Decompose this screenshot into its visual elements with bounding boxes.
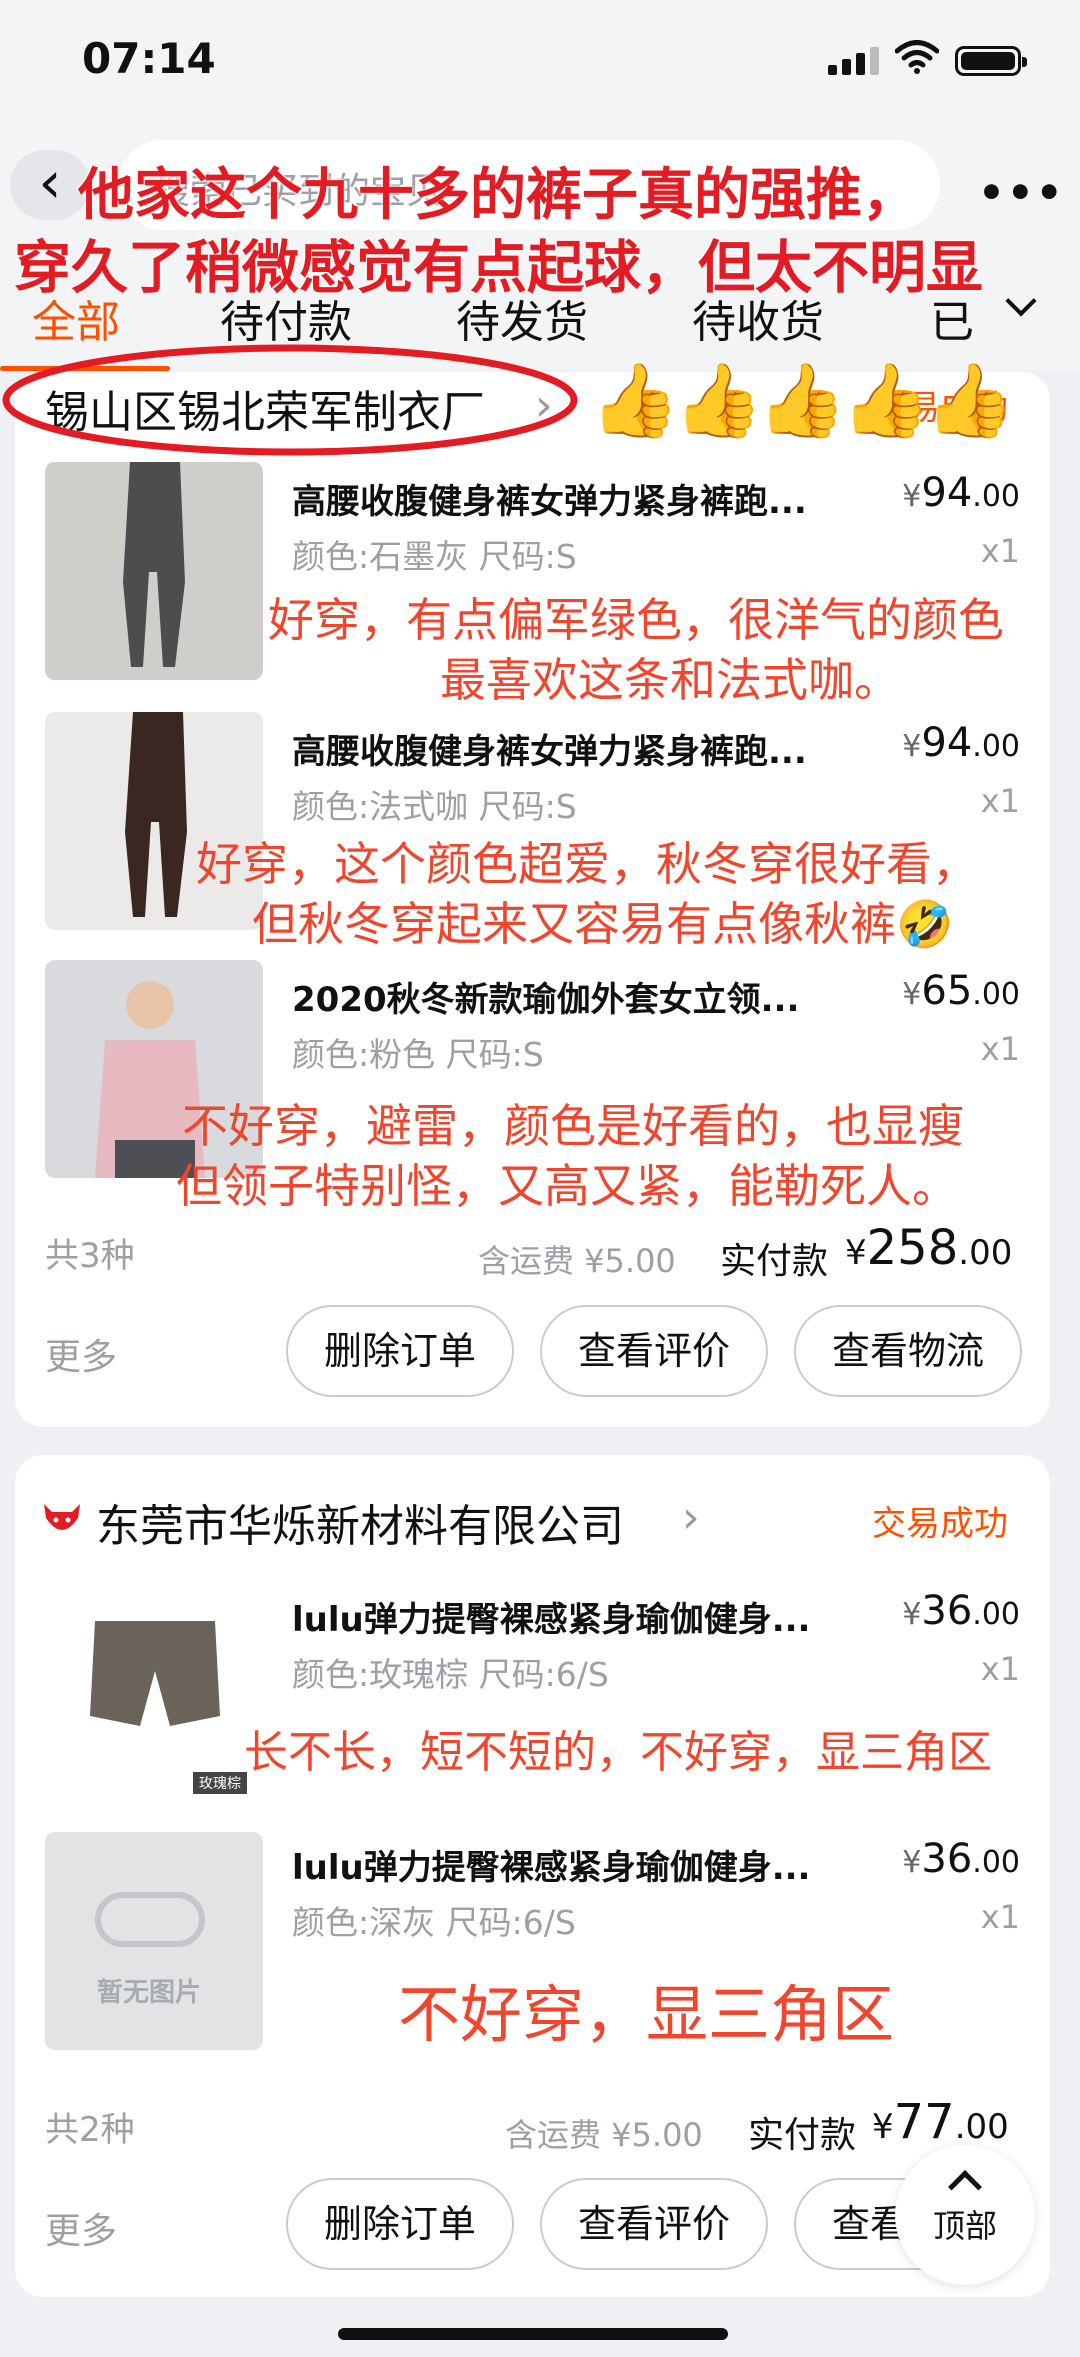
product-qty: x1 xyxy=(980,1898,1020,1936)
overlay-caption-line2: 穿久了稍微感觉有点起球，但太不明显 xyxy=(14,235,983,301)
handwritten-note: 长不长，短不短的，不好穿，显三角区 xyxy=(244,1727,992,1778)
view-review-button[interactable]: 查看评价 xyxy=(540,2178,768,2270)
item-count: 共3种 xyxy=(45,1236,135,1276)
placeholder-logo-icon xyxy=(95,1892,205,1947)
delete-order-button[interactable]: 删除订单 xyxy=(286,1305,514,1397)
handwritten-note: 好穿，这个颜色超爱，秋冬穿很好看， xyxy=(196,837,978,891)
leggings-image xyxy=(45,712,263,930)
handwritten-note: 最喜欢这条和法式咖。 xyxy=(440,653,900,707)
product-sku: 颜色:法式咖 尺码:S xyxy=(292,787,577,826)
chevron-right-icon: › xyxy=(682,1492,700,1543)
product-image[interactable] xyxy=(45,712,263,930)
handwritten-note: 但领子特别怪，又高又紧，能勒死人。 xyxy=(176,1159,958,1213)
shop-name[interactable]: 东莞市华烁新材料有限公司 xyxy=(96,1490,624,1554)
product-image[interactable]: 暂无图片 xyxy=(45,1832,263,2050)
product-qty: x1 xyxy=(980,782,1020,820)
status-time: 07:14 xyxy=(82,34,216,83)
product-price: ¥65.00 xyxy=(902,968,1020,1014)
back-to-top-button[interactable]: 顶部 xyxy=(895,2145,1035,2285)
order-status: 交易成功 xyxy=(872,1504,1008,1544)
paid-amount: ¥258.00 xyxy=(845,1220,1013,1276)
handwritten-note: 但秋冬穿起来又容易有点像秋裤🤣 xyxy=(252,897,954,951)
paid-label: 实付款 xyxy=(748,2115,857,2156)
product-title[interactable]: 高腰收腹健身裤女弹力紧身裤跑... xyxy=(292,474,807,523)
product-title[interactable]: 高腰收腹健身裤女弹力紧身裤跑... xyxy=(292,724,807,773)
paid-label: 实付款 xyxy=(720,1241,829,1282)
leggings-image xyxy=(45,462,263,680)
back-to-top-label: 顶部 xyxy=(932,2207,997,2245)
more-link[interactable]: 更多 xyxy=(45,2202,117,2254)
product-price: ¥94.00 xyxy=(902,470,1020,516)
home-indicator xyxy=(338,2328,728,2340)
no-image-label: 暂无图片 xyxy=(97,1978,202,2008)
shorts-image xyxy=(90,1621,220,1726)
item-count: 共2种 xyxy=(45,2110,135,2150)
product-sku: 颜色:粉色 尺码:S xyxy=(292,1035,544,1074)
product-image[interactable] xyxy=(45,462,263,680)
view-review-button[interactable]: 查看评价 xyxy=(540,1305,768,1397)
product-sku: 颜色:玫瑰棕 尺码:6/S xyxy=(292,1655,609,1694)
shipping-fee: 含运费 ¥5.00 xyxy=(478,1242,676,1280)
product-sku: 颜色:石墨灰 尺码:S xyxy=(292,537,577,576)
view-logistics-button[interactable]: 查看物流 xyxy=(794,1305,1022,1397)
handwritten-note: 不好穿，避雷，颜色是好看的，也显瘦 xyxy=(182,1099,964,1153)
product-qty: x1 xyxy=(980,1030,1020,1068)
product-qty: x1 xyxy=(980,532,1020,570)
wifi-icon xyxy=(895,40,939,74)
shipping-fee: 含运费 ¥5.00 xyxy=(505,2116,703,2154)
chevron-up-icon xyxy=(948,2170,982,2204)
delete-order-button[interactable]: 删除订单 xyxy=(286,2178,514,2270)
overlay-caption-line1: 他家这个九十多的裤子真的强推， xyxy=(78,163,918,228)
hand-drawn-circle xyxy=(2,344,578,456)
tmall-icon xyxy=(44,1504,80,1530)
product-price: ¥36.00 xyxy=(902,1836,1020,1882)
product-title[interactable]: lulu弹力提臀裸感紧身瑜伽健身... xyxy=(292,1840,810,1889)
product-image[interactable]: 玫瑰棕 xyxy=(45,1576,263,1794)
handwritten-note: 不好穿，显三角区 xyxy=(398,1978,895,2051)
more-link[interactable]: 更多 xyxy=(45,1328,117,1380)
product-qty: x1 xyxy=(980,1650,1020,1688)
product-sku: 颜色:深灰 尺码:6/S xyxy=(292,1903,576,1942)
product-price: ¥94.00 xyxy=(902,720,1020,766)
product-price: ¥36.00 xyxy=(902,1588,1020,1634)
signal-icon xyxy=(828,47,884,75)
handwritten-note: 好穿，有点偏军绿色，很洋气的颜色 xyxy=(268,593,1004,647)
chevron-left-icon: ‹ xyxy=(38,148,62,216)
product-title[interactable]: lulu弹力提臀裸感紧身瑜伽健身... xyxy=(292,1592,810,1641)
battery-icon xyxy=(955,46,1027,76)
thumbs-up-icon: 👍👍👍👍👍 xyxy=(590,358,1014,442)
product-title[interactable]: 2020秋冬新款瑜伽外套女立领... xyxy=(292,972,799,1021)
more-menu-button[interactable]: ••• xyxy=(978,168,1065,217)
paid-amount: ¥77.00 xyxy=(872,2094,1009,2150)
color-tag: 玫瑰棕 xyxy=(193,1772,247,1794)
